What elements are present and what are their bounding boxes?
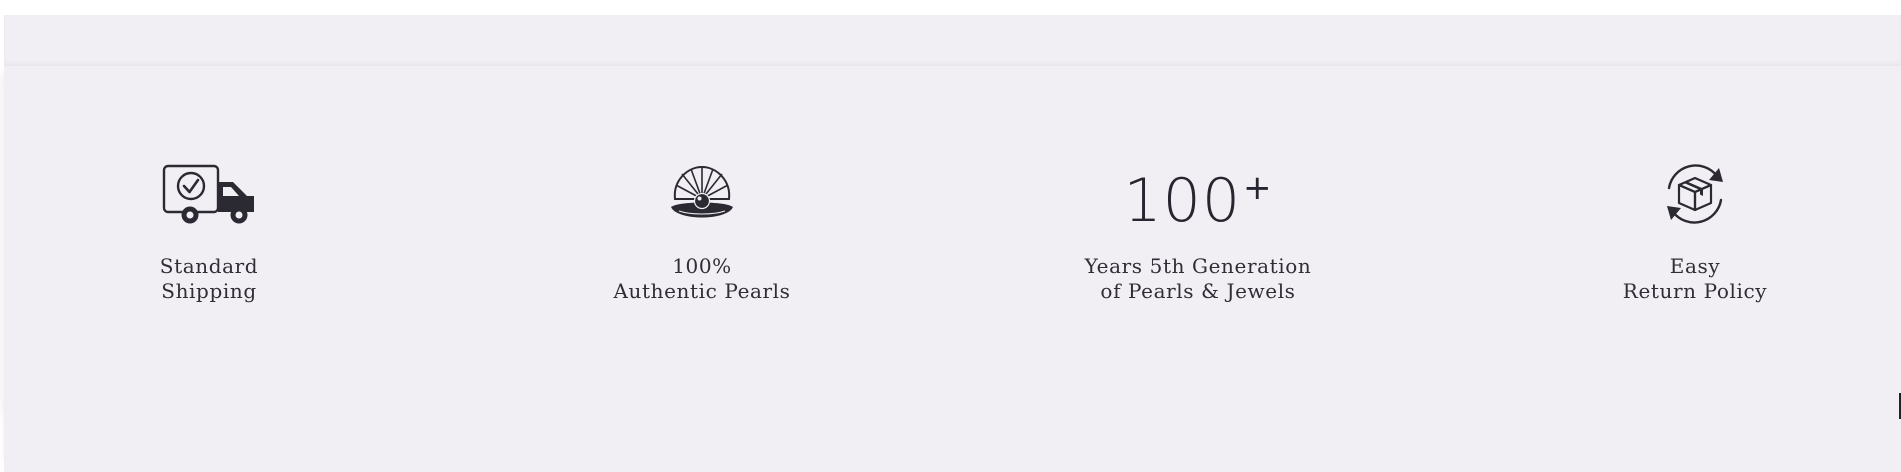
bottom-strip: [4, 458, 1901, 472]
feature-label-line1: Standard: [159, 254, 259, 278]
feature-label-line2: of Pearls & Jewels: [1100, 279, 1296, 303]
feature-standard-shipping: Standard Shipping: [59, 66, 359, 405]
top-band: [4, 15, 1901, 66]
feature-stat-container: 100+: [1048, 158, 1348, 231]
feature-label-line2: Authentic Pearls: [613, 279, 791, 303]
delivery-truck-icon: [162, 164, 254, 224]
features-panel: Standard Shipping 100% Authentic Pearls …: [4, 66, 1901, 405]
feature-label-line2: Shipping: [161, 279, 257, 303]
feature-label-line1: Years 5th Generation: [1084, 254, 1312, 278]
feature-icon-container: [1545, 160, 1845, 228]
page: Standard Shipping 100% Authentic Pearls …: [0, 0, 1901, 472]
feature-icon-container: [59, 160, 359, 228]
feature-label-line1: 100%: [672, 254, 732, 278]
pearl-shell-icon: [671, 165, 733, 218]
feature-label-line1: Easy: [1669, 254, 1721, 278]
feature-label: Easy Return Policy: [1545, 254, 1845, 304]
feature-icon-container: [552, 160, 852, 228]
feature-label-line2: Return Policy: [1622, 279, 1768, 303]
years-stat-suffix: +: [1243, 167, 1273, 208]
feature-easy-return: Easy Return Policy: [1545, 66, 1845, 405]
under-band: [4, 405, 1901, 458]
feature-years-generation: 100+ Years 5th Generation of Pearls & Je…: [1048, 66, 1348, 405]
feature-label: Standard Shipping: [59, 254, 359, 304]
feature-label: 100% Authentic Pearls: [552, 254, 852, 304]
years-stat: 100+: [1123, 158, 1272, 231]
feature-authentic-pearls: 100% Authentic Pearls: [552, 66, 852, 405]
years-stat-number: 100: [1123, 165, 1242, 236]
feature-label: Years 5th Generation of Pearls & Jewels: [1048, 254, 1348, 304]
return-box-icon: [1667, 164, 1723, 224]
